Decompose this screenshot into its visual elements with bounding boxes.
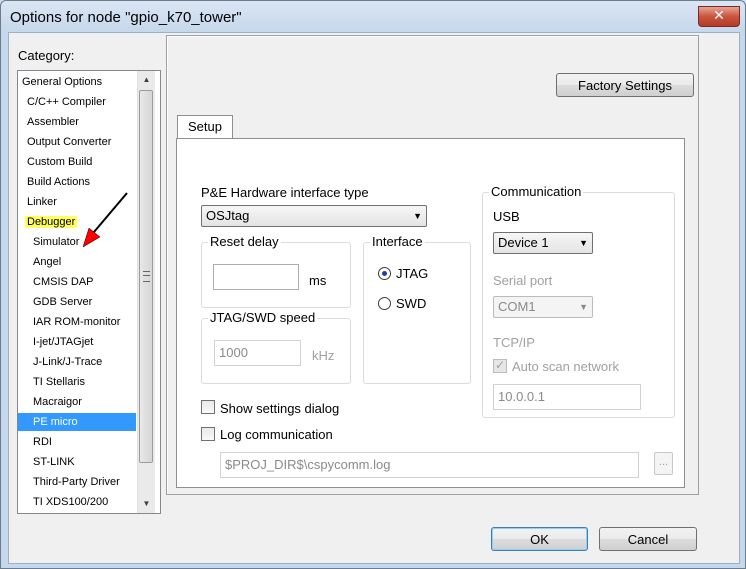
arrow-shaft	[93, 192, 128, 233]
annotation-arrow	[82, 192, 128, 248]
arrow-head	[82, 227, 101, 248]
